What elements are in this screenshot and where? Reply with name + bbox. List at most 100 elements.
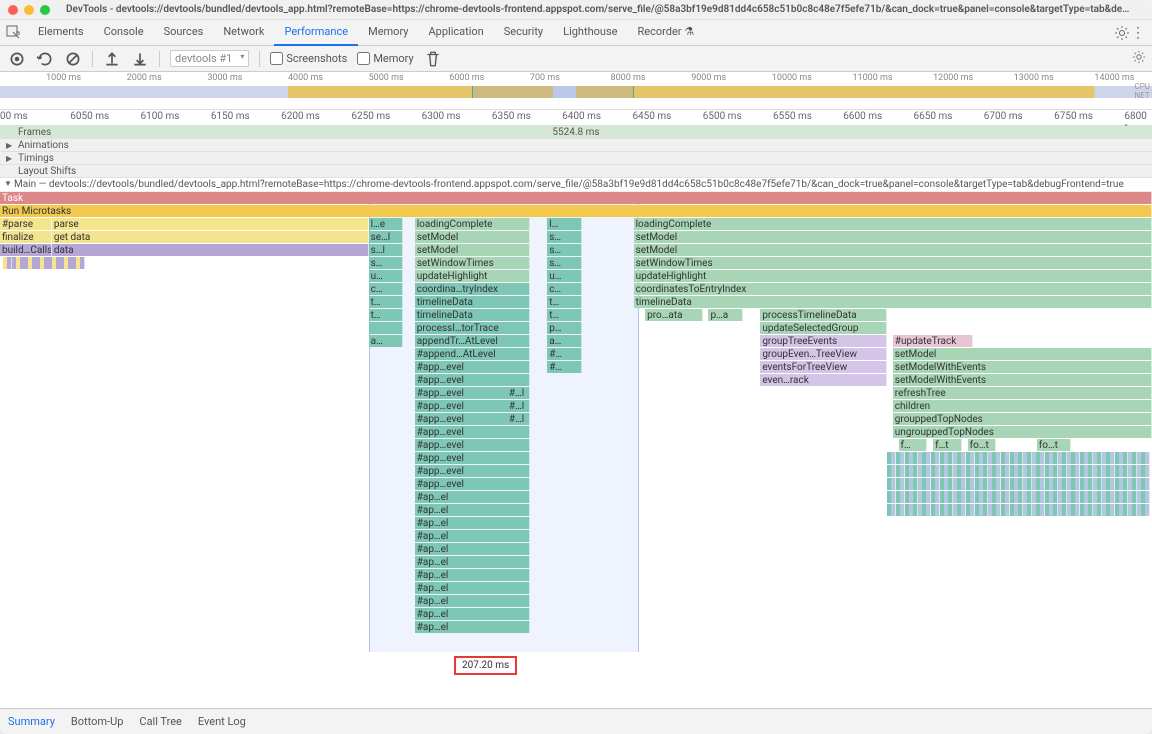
ruler-tick: 6250 ms [351, 111, 390, 122]
flame-bar[interactable]: Run Microtasks [0, 205, 1152, 217]
details-tab-eventlog[interactable]: Event Log [198, 711, 246, 732]
flame-bar[interactable]: #ap…el [415, 582, 530, 594]
clear-button[interactable] [64, 50, 82, 68]
flame-bar[interactable] [1145, 478, 1150, 490]
flame-bar[interactable]: #ap…el [415, 543, 530, 555]
main-thread-header[interactable]: ▼Main — devtools://devtools/bundled/devt… [0, 178, 1152, 192]
tab-lighthouse[interactable]: Lighthouse [553, 20, 627, 46]
flame-bar[interactable]: #ap…el [415, 608, 530, 620]
flame-bar[interactable]: loadingComplete [634, 218, 1152, 230]
ruler-tick: 6300 ms [422, 111, 461, 122]
tab-network[interactable]: Network [213, 20, 274, 46]
details-tab-summary[interactable]: Summary [8, 711, 55, 732]
ruler-tick: 6150 ms [211, 111, 250, 122]
details-tab-bottomup[interactable]: Bottom-Up [71, 711, 124, 732]
flame-bar[interactable]: setModelWithEvents [893, 361, 1152, 373]
overview-tick: 8000 ms [611, 73, 646, 83]
net-label: NET [1135, 91, 1150, 100]
overview-tick: 5000 ms [369, 73, 404, 83]
flame-bar[interactable]: #ap…el [415, 530, 530, 542]
zoom-dot[interactable] [40, 5, 50, 15]
flame-bar[interactable]: coordinatesToEntryIndex [634, 283, 1152, 295]
flame-bar[interactable]: grouppedTopNodes [893, 413, 1152, 425]
flame-bar[interactable]: setModel [634, 231, 1152, 243]
flame-bar[interactable]: updateSelectedGroup [760, 322, 887, 334]
flame-graph[interactable]: TaskRun Microtasks#parseparsefinalizeget… [0, 192, 1152, 652]
reload-record-button[interactable] [36, 50, 54, 68]
flame-bar[interactable]: #ap…el [415, 569, 530, 581]
overview-tick: 14000 ms [1094, 73, 1134, 83]
flame-bar[interactable]: processTimelineData [760, 309, 887, 321]
memory-checkbox[interactable]: Memory [357, 52, 413, 65]
overview-tick: 6000 ms [449, 73, 484, 83]
tab-console[interactable]: Console [94, 20, 154, 46]
flame-bar[interactable]: ungrouppedTopNodes [893, 426, 1152, 438]
flame-bar[interactable]: setWindowTimes [634, 257, 1152, 269]
tab-sources[interactable]: Sources [154, 20, 214, 46]
ruler-tick: 6650 ms [914, 111, 953, 122]
layout-shifts-track[interactable]: Layout Shifts [0, 165, 1152, 178]
ruler-tick: 6100 ms [141, 111, 180, 122]
overview-tick: 13000 ms [1014, 73, 1054, 83]
flame-bar[interactable]: #ap…el [415, 621, 530, 633]
overview-tick: 3000 ms [207, 73, 242, 83]
flame-bar[interactable]: timelineData [634, 296, 1152, 308]
flame-bar[interactable]: setModel [634, 244, 1152, 256]
tab-memory[interactable]: Memory [358, 20, 418, 46]
ruler-tick: 6050 ms [70, 111, 109, 122]
flame-bar[interactable]: refreshTree [893, 387, 1152, 399]
flame-bar[interactable] [1145, 491, 1150, 503]
flame-bar[interactable]: #ap…el [415, 517, 530, 529]
settings-gear-icon[interactable] [1114, 25, 1130, 41]
flame-bar[interactable]: fo…t [1037, 439, 1072, 451]
overview-tick: 2000 ms [127, 73, 162, 83]
cpu-label: CPU [1135, 82, 1150, 91]
window-title: DevTools - devtools://devtools/bundled/d… [56, 4, 1144, 15]
flame-bar[interactable]: #ap…el [415, 556, 530, 568]
minimize-dot[interactable] [24, 5, 34, 15]
flame-bar[interactable]: #ap…el [415, 595, 530, 607]
close-dot[interactable] [8, 5, 18, 15]
inspect-icon[interactable] [6, 25, 22, 41]
flame-bar[interactable] [1145, 504, 1150, 516]
screenshots-checkbox[interactable]: Screenshots [270, 52, 347, 65]
capture-settings-icon[interactable] [1132, 50, 1146, 64]
trash-button[interactable] [424, 50, 442, 68]
devtools-tabs: ElementsConsoleSourcesNetworkPerformance… [0, 20, 1152, 46]
ruler-tick: 6700 ms [984, 111, 1023, 122]
ruler-tick: 6600 ms [843, 111, 882, 122]
ruler-tick: 00 ms [0, 111, 28, 122]
flame-bar[interactable]: Task [0, 192, 1152, 204]
flame-bar[interactable]: #updateTrack [893, 335, 974, 347]
overview-tick: 4000 ms [288, 73, 323, 83]
frames-track[interactable]: Frames 5524.8 ms [0, 126, 1152, 139]
flame-bar[interactable]: setModel [893, 348, 1152, 360]
timings-track[interactable]: ▶Timings [0, 152, 1152, 165]
overview-ruler[interactable]: 1000 ms2000 ms3000 ms4000 ms5000 ms6000 … [0, 72, 1152, 110]
tab-performance[interactable]: Performance [274, 20, 358, 46]
duration-highlight: 207.20 ms [454, 656, 517, 675]
tab-application[interactable]: Application [418, 20, 493, 46]
flame-bar[interactable]: updateHighlight [634, 270, 1152, 282]
ruler-tick: 6550 ms [773, 111, 812, 122]
upload-button[interactable] [103, 50, 121, 68]
flame-bar[interactable]: setModelWithEvents [893, 374, 1152, 386]
tab-recorder[interactable]: Recorder ⚗ [627, 20, 704, 46]
flame-bar[interactable] [1145, 452, 1150, 464]
performance-toolbar: devtools #1 Screenshots Memory [0, 46, 1152, 72]
timeline-ruler[interactable]: 00 ms6050 ms6100 ms6150 ms6200 ms6250 ms… [0, 110, 1152, 126]
more-menu-icon[interactable]: ⋮ [1130, 25, 1146, 41]
ruler-tick: 6400 ms [562, 111, 601, 122]
details-tab-calltree[interactable]: Call Tree [139, 711, 181, 732]
download-button[interactable] [131, 50, 149, 68]
ruler-tick: 6450 ms [632, 111, 671, 122]
tab-security[interactable]: Security [494, 20, 553, 46]
flame-bar[interactable] [1145, 465, 1150, 477]
record-button[interactable] [8, 50, 26, 68]
tab-elements[interactable]: Elements [28, 20, 94, 46]
overview-tick: 10000 ms [772, 73, 812, 83]
profile-dropdown[interactable]: devtools #1 [170, 50, 249, 67]
flame-bar[interactable]: children [893, 400, 1152, 412]
animations-track[interactable]: ▶Animations [0, 139, 1152, 152]
overview-tick: 11000 ms [852, 73, 892, 83]
